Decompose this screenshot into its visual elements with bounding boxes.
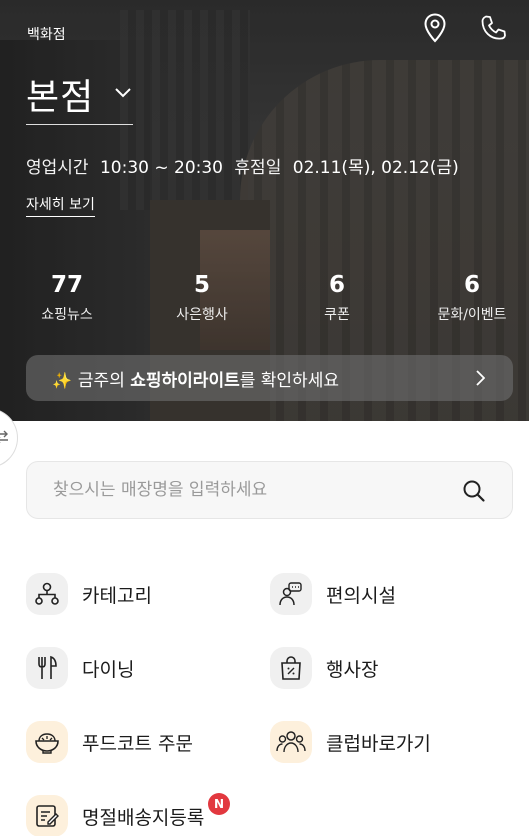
swap-arrows-icon xyxy=(0,429,9,448)
branch-selector[interactable]: 본점 xyxy=(26,66,133,125)
stat-count: 6 xyxy=(463,272,480,298)
menu-facilities[interactable]: 편의시설 xyxy=(270,572,396,616)
food-bowl-icon xyxy=(26,721,68,763)
detail-link[interactable]: 자세히 보기 xyxy=(26,194,95,217)
hours-value: 10:30 ~ 20:30 xyxy=(99,158,224,178)
stat-count: 77 xyxy=(50,272,83,298)
concierge-icon xyxy=(270,573,312,615)
stat-label: 문화/이벤트 xyxy=(437,307,507,323)
menu-label: 명절배송지등록 xyxy=(82,806,205,829)
shopping-highlight-banner[interactable]: ✨ 금주의 쇼핑하이라이트를 확인하세요 xyxy=(26,355,513,401)
phone-icon[interactable] xyxy=(479,12,509,44)
menu-label: 클럽바로가기 xyxy=(326,732,431,755)
hours-label: 영업시간 xyxy=(26,158,89,178)
sale-bag-icon xyxy=(270,647,312,689)
store-hours: 영업시간 10:30 ~ 20:30 휴점일 02.11(목), 02.12(금… xyxy=(26,153,459,178)
stat-label: 쇼핑뉴스 xyxy=(41,307,93,323)
closed-value: 02.11(목), 02.12(금) xyxy=(292,158,459,178)
menu-label: 카테고리 xyxy=(82,584,152,607)
store-search-input[interactable] xyxy=(53,480,433,500)
stat-count: 6 xyxy=(328,272,345,298)
sparkle-icon: ✨ xyxy=(52,370,72,390)
store-type-label: 백화점 xyxy=(27,27,66,43)
hero-banner: 백화점 본점 영업시간 10:30 ~ 20:30 휴점일 02.11(목), … xyxy=(0,0,529,421)
menu-dining[interactable]: 다이닝 xyxy=(26,646,134,690)
stat-shopping-news[interactable]: 77 쇼핑뉴스 xyxy=(12,270,122,324)
menu-label: 행사장 xyxy=(326,658,379,681)
menu-club-shortcut[interactable]: 클럽바로가기 xyxy=(270,720,431,764)
stat-coupons[interactable]: 6 쿠폰 xyxy=(282,270,392,324)
chevron-down-icon xyxy=(114,84,132,103)
branch-name: 본점 xyxy=(26,77,95,118)
menu-label: 푸드코트 주문 xyxy=(82,732,193,755)
menu-holiday-delivery-register[interactable]: 명절배송지등록 xyxy=(26,794,204,836)
stat-label: 사은행사 xyxy=(176,307,228,323)
stat-count: 5 xyxy=(193,272,210,298)
stats-row: 77 쇼핑뉴스 5 사은행사 6 쿠폰 6 문화/이벤트 xyxy=(0,270,529,330)
closed-label: 휴점일 xyxy=(234,158,282,178)
stat-gift-events[interactable]: 5 사은행사 xyxy=(147,270,257,324)
register-pen-icon xyxy=(26,795,68,836)
menu-category[interactable]: 카테고리 xyxy=(26,572,152,616)
chevron-right-icon xyxy=(475,370,486,390)
menu-event-hall[interactable]: 행사장 xyxy=(270,646,378,690)
stat-culture-events[interactable]: 6 문화/이벤트 xyxy=(417,270,527,324)
menu-food-court-order[interactable]: 푸드코트 주문 xyxy=(26,720,193,764)
highlight-text: ✨ 금주의 쇼핑하이라이트를 확인하세요 xyxy=(52,370,339,391)
members-icon xyxy=(270,721,312,763)
search-icon[interactable] xyxy=(462,479,486,507)
new-badge: N xyxy=(208,793,230,815)
category-tree-icon xyxy=(26,573,68,615)
location-pin-icon[interactable] xyxy=(420,12,450,44)
menu-label: 편의시설 xyxy=(326,584,396,607)
store-search-bar xyxy=(26,461,513,519)
fork-knife-icon xyxy=(26,647,68,689)
stat-label: 쿠폰 xyxy=(324,307,350,323)
menu-label: 다이닝 xyxy=(82,658,135,681)
